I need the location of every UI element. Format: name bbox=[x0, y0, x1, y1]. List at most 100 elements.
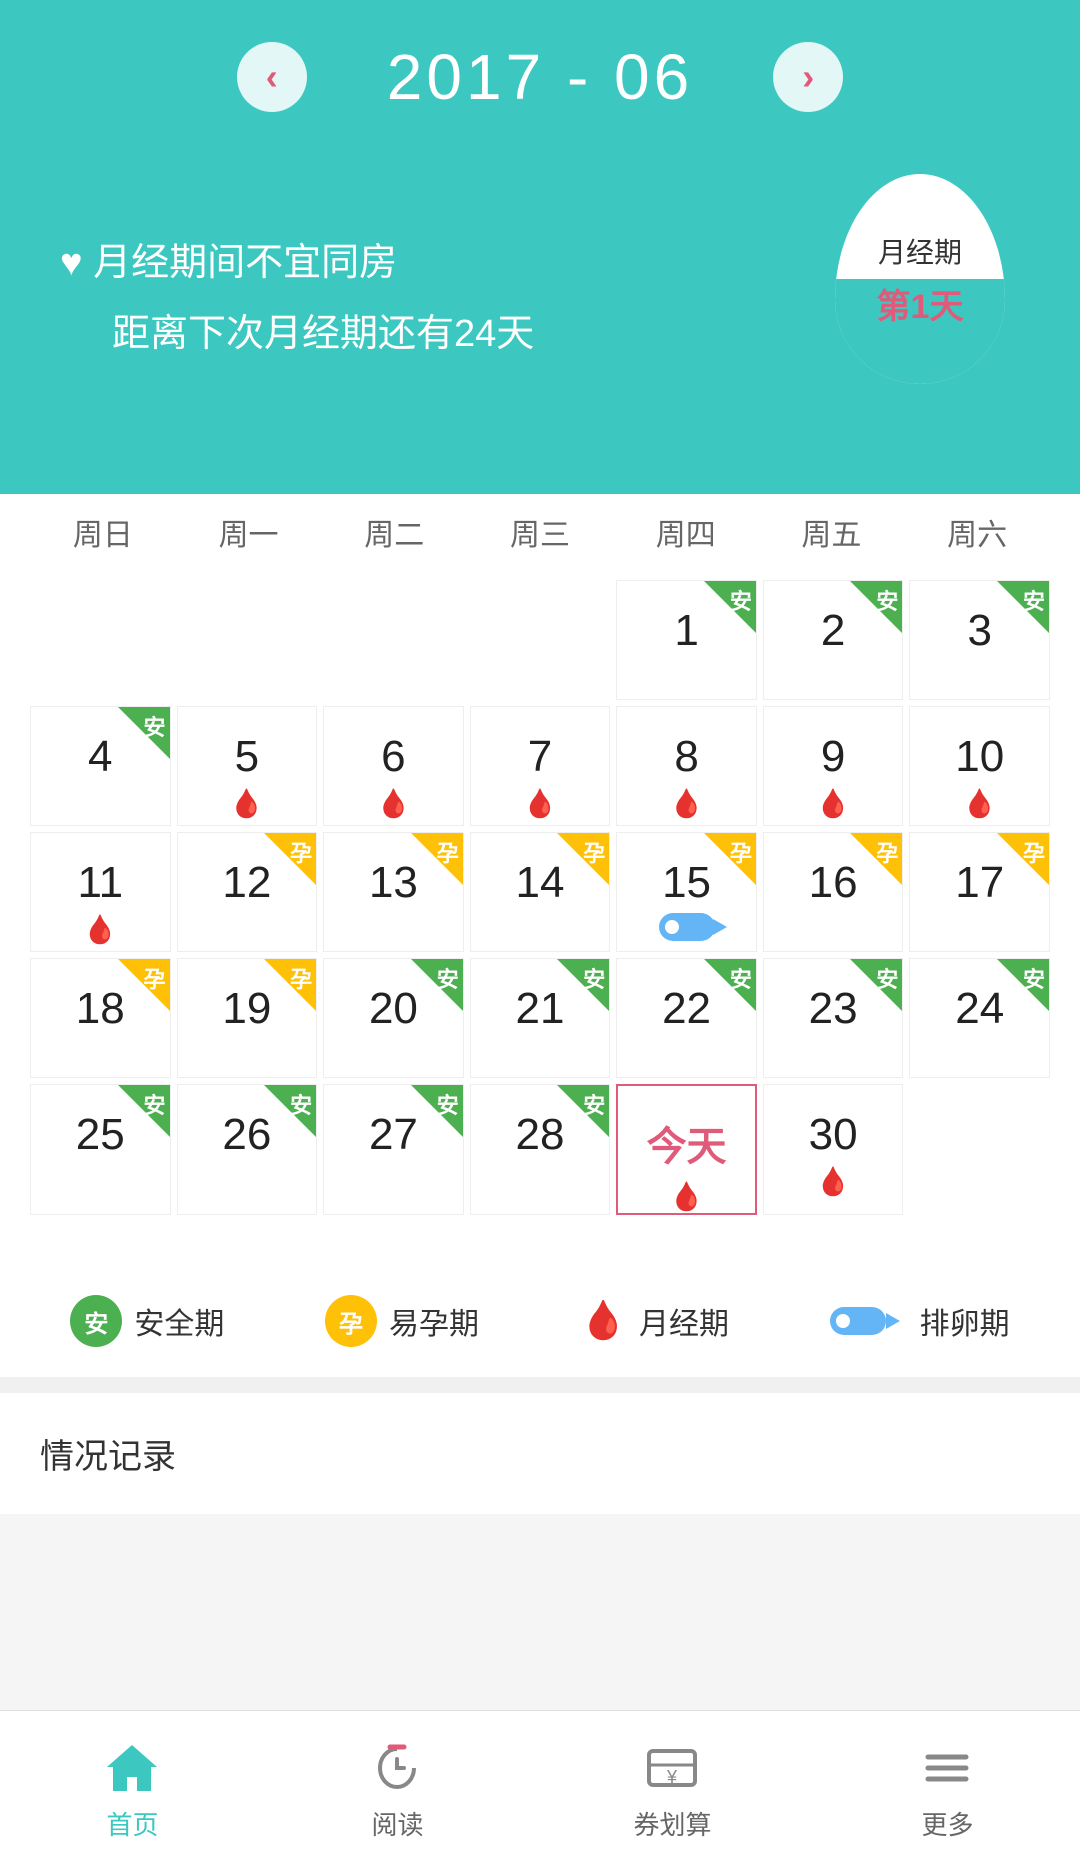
blood-icon-29: 🩸 bbox=[669, 1180, 704, 1213]
period-advice: ♥ 月经期间不宜同房 bbox=[60, 231, 534, 286]
day-17[interactable]: 孕 17 bbox=[909, 832, 1050, 952]
day-23[interactable]: 安 23 bbox=[763, 958, 904, 1078]
day-26[interactable]: 安 26 bbox=[177, 1084, 318, 1215]
nav-read-label: 阅读 bbox=[371, 1805, 423, 1842]
day-22[interactable]: 安 22 bbox=[616, 958, 757, 1078]
left-arrow-icon: ‹ bbox=[266, 56, 278, 98]
month-title: 2017 - 06 bbox=[387, 40, 693, 114]
legend-ovulation: 排卵期 bbox=[830, 1299, 1010, 1343]
day-10[interactable]: 10 🩸 bbox=[909, 706, 1050, 826]
empty-cell-2 bbox=[177, 580, 318, 700]
today-label: 今天 bbox=[647, 1114, 727, 1172]
period-day: 第1天 bbox=[877, 279, 964, 328]
day-21[interactable]: 安 21 bbox=[470, 958, 611, 1078]
day-8[interactable]: 8 🩸 bbox=[616, 706, 757, 826]
ovulation-legend-label: 排卵期 bbox=[920, 1299, 1010, 1343]
fertile-label: 易孕期 bbox=[389, 1299, 479, 1343]
right-arrow-icon: › bbox=[802, 56, 814, 98]
weekday-mon: 周一 bbox=[176, 494, 322, 570]
day-2[interactable]: 安 2 bbox=[763, 580, 904, 700]
read-icon bbox=[368, 1739, 426, 1797]
period-blood-icon: 🩸 bbox=[580, 1299, 627, 1343]
drop-shape: 月经期 第1天 bbox=[835, 174, 1005, 384]
day-11[interactable]: 11 🩸 bbox=[30, 832, 171, 952]
nav-coupon[interactable]: ¥ 券划算 bbox=[613, 1729, 731, 1852]
weekday-wed: 周三 bbox=[467, 494, 613, 570]
day-20[interactable]: 安 20 bbox=[323, 958, 464, 1078]
home-icon bbox=[103, 1739, 161, 1797]
legend-safe: 安 安全期 bbox=[70, 1295, 224, 1347]
weekday-thu: 周四 bbox=[613, 494, 759, 570]
day-6[interactable]: 6 🩸 bbox=[323, 706, 464, 826]
day-16[interactable]: 孕 16 bbox=[763, 832, 904, 952]
weekday-fri: 周五 bbox=[759, 494, 905, 570]
nav-home[interactable]: 首页 bbox=[83, 1729, 181, 1852]
blood-icon-7: 🩸 bbox=[523, 787, 558, 820]
day-13[interactable]: 孕 13 bbox=[323, 832, 464, 952]
day-29-today[interactable]: 今天 🩸 bbox=[616, 1084, 757, 1215]
nav-coupon-label: 券划算 bbox=[633, 1805, 711, 1842]
bottom-spacer bbox=[0, 1514, 1080, 1694]
day-25[interactable]: 安 25 bbox=[30, 1084, 171, 1215]
day-14[interactable]: 孕 14 bbox=[470, 832, 611, 952]
ovulation-legend-icon bbox=[830, 1305, 900, 1337]
day-18[interactable]: 孕 18 bbox=[30, 958, 171, 1078]
safe-badge: 安 bbox=[70, 1295, 122, 1347]
coupon-icon: ¥ bbox=[643, 1739, 701, 1797]
day-1[interactable]: 安 1 bbox=[616, 580, 757, 700]
period-legend-label: 月经期 bbox=[639, 1299, 729, 1343]
period-info: ♥ 月经期间不宜同房 距离下次月经期还有24天 bbox=[60, 231, 534, 357]
blood-icon-11: 🩸 bbox=[83, 913, 118, 946]
next-month-button[interactable]: › bbox=[773, 42, 843, 112]
app-container: ‹ 2017 - 06 › ♥ 月经期间不宜同房 距离下次月经期还有24天 月经… bbox=[0, 0, 1080, 1694]
period-label: 月经期 bbox=[878, 231, 962, 271]
day-27[interactable]: 安 27 bbox=[323, 1084, 464, 1215]
nav-read[interactable]: 阅读 bbox=[348, 1729, 446, 1852]
empty-cell-1 bbox=[30, 580, 171, 700]
weekday-tue: 周二 bbox=[321, 494, 467, 570]
day-28[interactable]: 安 28 bbox=[470, 1084, 611, 1215]
day-5[interactable]: 5 🩸 bbox=[177, 706, 318, 826]
weekday-headers: 周日 周一 周二 周三 周四 周五 周六 bbox=[30, 494, 1050, 570]
calendar-grid: 安 1 安 2 安 3 安 4 5 🩸 bbox=[30, 580, 1050, 1215]
svg-text:¥: ¥ bbox=[666, 1767, 678, 1787]
safe-label: 安全期 bbox=[134, 1299, 224, 1343]
day-3[interactable]: 安 3 bbox=[909, 580, 1050, 700]
legend: 安 安全期 孕 易孕期 🩸 月经期 排卵期 bbox=[0, 1255, 1080, 1377]
day-15[interactable]: 孕 15 bbox=[616, 832, 757, 952]
blood-icon-6: 🩸 bbox=[376, 787, 411, 820]
day-24[interactable]: 安 24 bbox=[909, 958, 1050, 1078]
calendar-section: 周日 周一 周二 周三 周四 周五 周六 安 1 安 2 bbox=[0, 454, 1080, 1255]
blood-icon-8: 🩸 bbox=[669, 787, 704, 820]
day-7[interactable]: 7 🩸 bbox=[470, 706, 611, 826]
header: ‹ 2017 - 06 › ♥ 月经期间不宜同房 距离下次月经期还有24天 月经… bbox=[0, 0, 1080, 494]
nav-home-label: 首页 bbox=[106, 1805, 158, 1842]
bottom-nav: 首页 阅读 ¥ 券划算 更多 bbox=[0, 1710, 1080, 1870]
weekday-sun: 周日 bbox=[30, 494, 176, 570]
day-12[interactable]: 孕 12 bbox=[177, 832, 318, 952]
nav-more-label: 更多 bbox=[921, 1805, 973, 1842]
empty-cell-3 bbox=[323, 580, 464, 700]
blood-icon-10: 🩸 bbox=[962, 787, 997, 820]
legend-period: 🩸 月经期 bbox=[580, 1299, 729, 1343]
record-section: 情况记录 bbox=[0, 1393, 1080, 1514]
blood-icon-30: 🩸 bbox=[816, 1165, 851, 1198]
month-navigation: ‹ 2017 - 06 › bbox=[60, 40, 1020, 114]
day-19[interactable]: 孕 19 bbox=[177, 958, 318, 1078]
blood-icon-5: 🩸 bbox=[229, 787, 264, 820]
info-row: ♥ 月经期间不宜同房 距离下次月经期还有24天 月经期 第1天 bbox=[60, 174, 1020, 414]
legend-fertile: 孕 易孕期 bbox=[325, 1295, 479, 1347]
section-divider bbox=[0, 1377, 1080, 1393]
record-title: 情况记录 bbox=[40, 1438, 176, 1476]
fertile-badge: 孕 bbox=[325, 1295, 377, 1347]
weekday-sat: 周六 bbox=[904, 494, 1050, 570]
ovulation-marker bbox=[659, 913, 715, 941]
empty-cell-4 bbox=[470, 580, 611, 700]
nav-more[interactable]: 更多 bbox=[898, 1729, 996, 1852]
period-countdown: 距离下次月经期还有24天 bbox=[60, 302, 534, 357]
day-30[interactable]: 30 🩸 bbox=[763, 1084, 904, 1215]
prev-month-button[interactable]: ‹ bbox=[237, 42, 307, 112]
day-9[interactable]: 9 🩸 bbox=[763, 706, 904, 826]
period-drop-indicator: 月经期 第1天 bbox=[820, 174, 1020, 414]
day-4[interactable]: 安 4 bbox=[30, 706, 171, 826]
